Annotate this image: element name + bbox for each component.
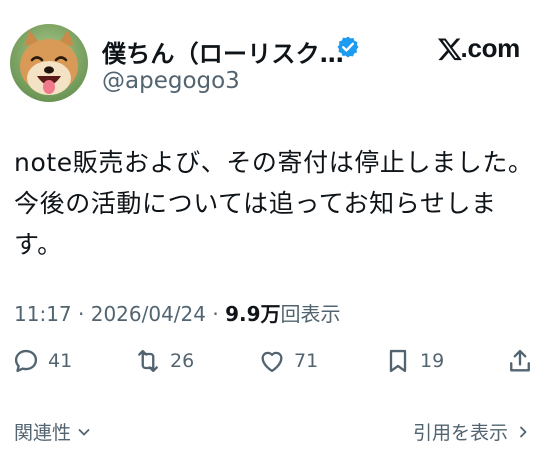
avatar[interactable] (10, 24, 88, 102)
reply-count: 41 (48, 350, 73, 372)
x-logo-icon (437, 37, 462, 60)
view-quotes-link[interactable]: 引用を表示 (413, 418, 530, 445)
chevron-down-icon (78, 428, 90, 435)
reply-button[interactable]: 41 (12, 347, 72, 375)
meta-separator-2: · (206, 302, 226, 326)
share-icon (510, 349, 530, 372)
like-button[interactable]: 71 (258, 347, 318, 375)
tweet-card: 僕ちん（ローリスク… @apegogo3 .com note販売および、その寄付… (0, 0, 550, 461)
tweet-text: note販売および、その寄付は停止しました。今後の活動については追ってお知らせし… (14, 148, 534, 259)
x-com-domain-text: .com (460, 33, 521, 63)
share-button[interactable] (506, 347, 534, 375)
sort-relevance-dropdown[interactable]: 関連性 (14, 418, 91, 445)
heart-icon (261, 351, 283, 373)
retweet-icon (138, 349, 158, 373)
verified-badge-icon (337, 36, 359, 58)
tweet-date[interactable]: 2026/04/24 (91, 302, 206, 326)
retweet-count: 26 (170, 350, 195, 372)
reply-icon (14, 349, 38, 373)
x-com-brand: .com (437, 33, 520, 64)
bookmark-icon (389, 349, 407, 373)
smiling-dog-avatar-icon (10, 24, 88, 102)
tweet-time[interactable]: 11:17 (14, 302, 72, 326)
action-bar: 41 26 71 19 (0, 347, 550, 387)
retweet-button[interactable]: 26 (134, 347, 194, 375)
bookmark-count: 19 (420, 350, 445, 372)
meta-separator: · (71, 302, 91, 326)
views-count: 9.9万 (225, 302, 281, 326)
views-label: 回表示 (280, 302, 341, 326)
tweet-meta: 11:17 · 2026/04/24 · 9.9万回表示 (14, 298, 341, 327)
sort-relevance-label: 関連性 (14, 422, 72, 444)
author-display-name[interactable]: 僕ちん（ローリスク… (102, 34, 344, 69)
chevron-right-icon (520, 426, 527, 437)
view-quotes-label: 引用を表示 (412, 422, 508, 444)
author-handle[interactable]: @apegogo3 (102, 68, 240, 94)
like-count: 71 (294, 350, 319, 372)
bookmark-button[interactable]: 19 (384, 347, 444, 375)
